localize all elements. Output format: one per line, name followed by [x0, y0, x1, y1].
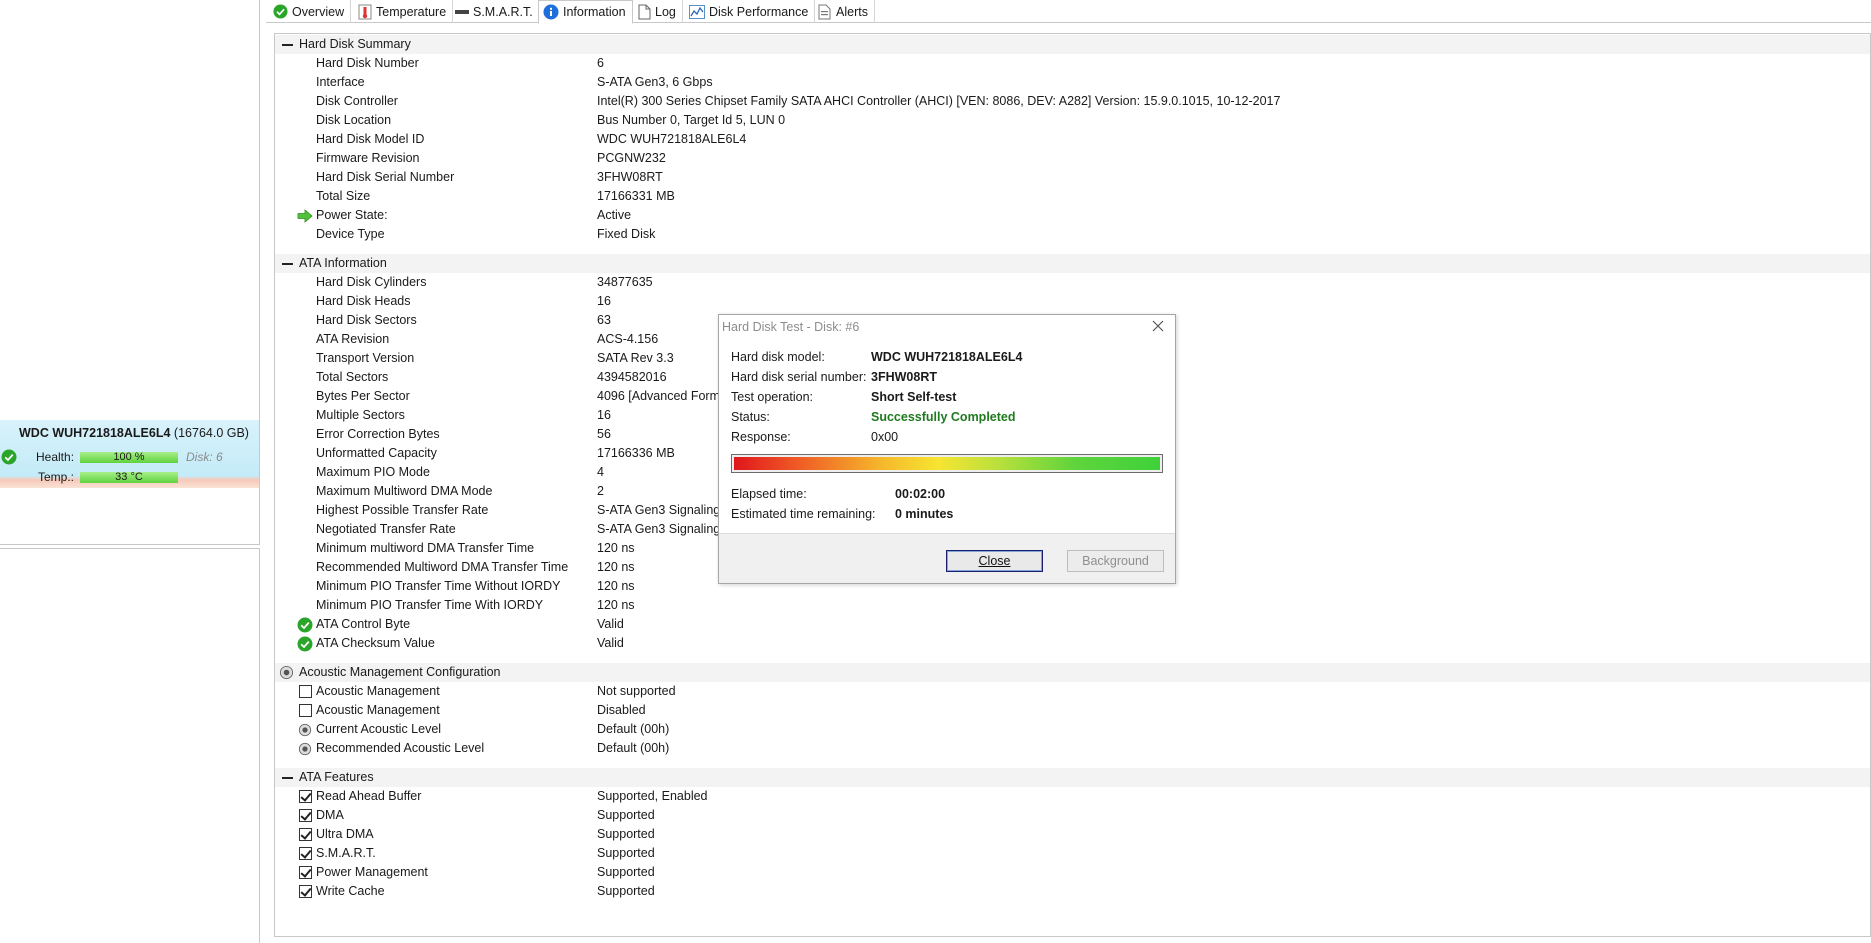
speaker-icon	[279, 665, 294, 680]
status-value: Successfully Completed	[871, 410, 1016, 424]
check-circle-icon	[297, 636, 313, 652]
hard-disk-test-dialog[interactable]: Hard Disk Test - Disk: #6 Hard disk mode…	[718, 314, 1176, 584]
info-row: Device Type Fixed Disk	[316, 227, 656, 241]
info-row: Minimum PIO Transfer Time With IORDY 120 …	[316, 598, 635, 612]
model-label: Hard disk model:	[731, 350, 825, 364]
temp-value: 33 °C	[115, 471, 143, 483]
temp-label: Temp.:	[38, 470, 75, 484]
disk-card-size: (16764.0 GB)	[173, 426, 249, 440]
remaining-label: Estimated time remaining:	[731, 507, 876, 521]
tab-bar: Overview Temperature S.M.A.R.T. Informat…	[266, 0, 1871, 24]
checkbox-checked	[299, 847, 312, 860]
tab-temperature[interactable]: Temperature	[354, 0, 454, 23]
checkbox-checked	[299, 790, 312, 803]
close-icon[interactable]	[1150, 318, 1166, 334]
checkbox-checked	[299, 809, 312, 822]
info-row: Hard Disk Serial Number 3FHW08RT	[316, 170, 663, 184]
elapsed-label: Elapsed time:	[731, 487, 807, 501]
info-row: Total Size 17166331 MB	[316, 189, 675, 203]
operation-label: Test operation:	[731, 390, 813, 404]
tab-disk-performance[interactable]: Disk Performance	[685, 0, 816, 23]
info-row: Interface S-ATA Gen3, 6 Gbps	[316, 75, 713, 89]
info-row: ATA Control Byte Valid	[275, 615, 1870, 634]
info-row: Ultra DMA Supported	[275, 825, 1870, 844]
thermometer-icon	[358, 4, 372, 19]
info-row: Firmware Revision PCGNW232	[316, 151, 666, 165]
speaker-icon	[298, 742, 312, 756]
tab-information[interactable]: Information	[538, 0, 633, 24]
tab-smart[interactable]: S.M.A.R.T.	[451, 0, 540, 23]
info-row: Power Management Supported	[275, 863, 1870, 882]
status-label: Status:	[731, 410, 770, 424]
info-icon	[543, 4, 559, 20]
collapse-icon[interactable]	[282, 44, 293, 46]
section-ata-features[interactable]: ATA Features	[275, 768, 1870, 787]
health-label: Health:	[36, 450, 75, 464]
test-progress-fill	[734, 457, 1160, 470]
info-row: Power State: Active	[275, 206, 1870, 225]
collapse-icon[interactable]	[282, 777, 293, 779]
green-arrow-icon	[297, 209, 313, 223]
disk-number: Disk: 6	[186, 450, 223, 464]
remaining-value: 0 minutes	[895, 507, 954, 521]
checkbox-checked	[299, 866, 312, 879]
info-row: Recommended Acoustic Level Default (00h)	[275, 739, 1870, 758]
alert-document-icon	[818, 4, 831, 19]
info-row: Hard Disk Number 6	[316, 56, 604, 70]
response-value: 0x00	[871, 430, 899, 444]
dash-icon	[455, 9, 469, 14]
info-row: Disk Location Bus Number 0, Target Id 5, …	[316, 113, 786, 127]
check-circle-icon	[1, 449, 17, 465]
left-panel: WDC WUH721818ALE6L4 (16764.0 GB) Health:…	[0, 0, 262, 943]
disk-card-model: WDC WUH721818ALE6L4 (16764.0 GB)	[19, 426, 249, 440]
health-bar: 100 %	[80, 452, 178, 463]
serial-value: 3FHW08RT	[871, 370, 937, 384]
checkbox-checked	[299, 828, 312, 841]
serial-label: Hard disk serial number:	[731, 370, 867, 384]
section-acoustic-management[interactable]: Acoustic Management Configuration	[275, 663, 1870, 682]
checkbox-unchecked	[299, 704, 312, 717]
info-row: Acoustic Management Disabled	[275, 701, 1870, 720]
info-row: Current Acoustic Level Default (00h)	[275, 720, 1870, 739]
info-row: Hard Disk Cylinders 34877635	[316, 275, 653, 289]
info-row: Acoustic Management Not supported	[275, 682, 1870, 701]
info-row: DMA Supported	[275, 806, 1870, 825]
elapsed-value: 00:02:00	[895, 487, 946, 501]
info-row: Write Cache Supported	[275, 882, 1870, 901]
checkbox-unchecked	[299, 685, 312, 698]
section-ata-information[interactable]: ATA Information	[275, 254, 1870, 273]
operation-value: Short Self-test	[871, 390, 957, 404]
speaker-icon	[298, 723, 312, 737]
section-hard-disk-summary[interactable]: Hard Disk Summary	[275, 35, 1870, 54]
info-row: Hard Disk Model ID WDC WUH721818ALE6L4	[316, 132, 747, 146]
log-side-panel	[0, 548, 260, 943]
close-button[interactable]: Close	[946, 550, 1043, 572]
check-circle-icon	[297, 617, 313, 633]
model-value: WDC WUH721818ALE6L4	[871, 350, 1023, 364]
document-icon	[638, 4, 651, 19]
check-circle-icon	[273, 4, 288, 19]
info-row: ATA Checksum Value Valid	[275, 634, 1870, 653]
test-progress-bar	[731, 454, 1163, 473]
temp-bar: 33 °C	[80, 472, 178, 483]
info-row: S.M.A.R.T. Supported	[275, 844, 1870, 863]
background-button: Background	[1067, 550, 1164, 572]
tab-log[interactable]: Log	[634, 0, 683, 23]
tab-overview[interactable]: Overview	[269, 0, 352, 23]
info-row: Hard Disk Heads 16	[316, 294, 611, 308]
tab-alerts[interactable]: Alerts	[814, 0, 875, 23]
dialog-footer: Close Background	[719, 533, 1175, 583]
disk-card[interactable]: WDC WUH721818ALE6L4 (16764.0 GB) Health:…	[0, 420, 259, 488]
info-row: Disk Controller Intel(R) 300 Series Chips…	[316, 94, 1281, 108]
info-row: Read Ahead Buffer Supported, Enabled	[275, 787, 1870, 806]
collapse-icon[interactable]	[282, 263, 293, 265]
checkbox-checked	[299, 885, 312, 898]
health-value: 100 %	[113, 451, 145, 463]
chart-icon	[689, 4, 705, 19]
dialog-title: Hard Disk Test - Disk: #6	[722, 320, 860, 334]
response-label: Response:	[731, 430, 791, 444]
